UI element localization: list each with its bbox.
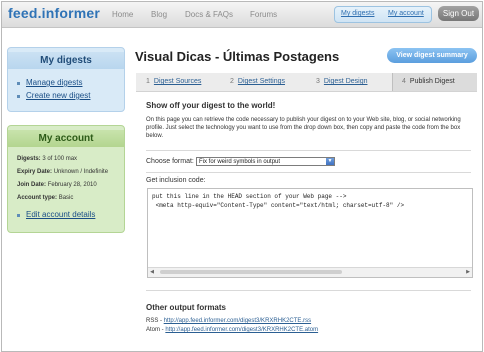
choose-format-label: Choose format: — [146, 158, 194, 165]
tab-label: Publish Digest — [409, 78, 455, 85]
tab-digest-design[interactable]: 3 Digest Design — [316, 73, 367, 91]
code-line: <meta http-equiv="Content-Type" content=… — [152, 202, 405, 209]
nav-docs-faqs[interactable]: Docs & FAQs — [185, 10, 233, 19]
bullet-icon — [17, 95, 20, 98]
tab-number: 4 — [402, 78, 406, 85]
format-select-value: Fix for weird symbols in output — [199, 159, 281, 165]
nav-forums[interactable]: Forums — [250, 10, 277, 19]
account-value: February 28, 2010 — [47, 182, 97, 188]
account-value: 3 of 100 max — [42, 156, 78, 162]
account-value: Basic — [58, 195, 74, 201]
my-account-title: My account — [8, 130, 124, 147]
tab-label: Digest Design — [323, 78, 368, 85]
format-select[interactable]: Fix for weird symbols in output ▼ — [196, 157, 335, 166]
scroll-left-icon[interactable]: ◀ — [148, 268, 156, 276]
account-value: Unknown / Indefinite — [53, 169, 109, 175]
browser-frame: feed.informer Home Blog Docs & FAQs Foru… — [1, 1, 483, 352]
edit-account-link[interactable]: Edit account details — [26, 210, 95, 219]
tab-digest-settings[interactable]: 2 Digest Settings — [230, 73, 285, 91]
account-label: Expiry Date: — [17, 169, 53, 175]
tab-number: 1 — [146, 78, 150, 85]
feed-label: RSS - — [146, 318, 164, 324]
rss-row: RSS - http://app.feed.informer.com/diges… — [146, 318, 311, 324]
scroll-right-icon[interactable]: ▶ — [464, 268, 472, 276]
atom-row: Atom - http://app.feed.informer.com/dige… — [146, 327, 318, 333]
tab-label: Digest Settings — [237, 78, 285, 85]
top-header: feed.informer Home Blog Docs & FAQs Foru… — [2, 2, 482, 28]
nav-home[interactable]: Home — [112, 10, 133, 19]
tab-publish-digest[interactable]: 4 Publish Digest — [392, 73, 477, 91]
code-line: put this line in the HEAD section of you… — [152, 193, 347, 200]
scrollbar-thumb[interactable] — [160, 270, 342, 274]
tab-label: Digest Sources — [153, 78, 202, 85]
my-account-link[interactable]: My account — [388, 10, 424, 17]
account-join-row: Join Date: February 28, 2010 — [17, 182, 97, 188]
inclusion-code-textarea[interactable]: put this line in the HEAD section of you… — [147, 188, 473, 278]
user-links-box: My digests My account — [334, 6, 432, 23]
bullet-icon — [17, 82, 20, 85]
section-description: On this page you can retrieve the code n… — [146, 117, 461, 139]
section-title: Show off your digest to the world! — [146, 101, 276, 110]
rss-link[interactable]: http://app.feed.informer.com/digest3/KRX… — [164, 318, 311, 324]
bullet-icon — [17, 214, 20, 217]
sign-out-button[interactable]: Sign Out — [438, 6, 479, 21]
my-digests-panel: My digests Manage digests Create new dig… — [7, 47, 125, 112]
divider — [146, 290, 471, 291]
feed-label: Atom - — [146, 327, 166, 333]
horizontal-scrollbar[interactable]: ◀ ▶ — [148, 267, 472, 277]
tab-digest-sources[interactable]: 1 Digest Sources — [146, 73, 201, 91]
page-title: Visual Dicas - Últimas Postagens — [135, 49, 340, 64]
manage-digests-link[interactable]: Manage digests — [26, 78, 82, 87]
account-label: Digests: — [17, 156, 41, 162]
tab-number: 3 — [316, 78, 320, 85]
account-type-row: Account type: Basic — [17, 195, 73, 201]
my-digests-link[interactable]: My digests — [341, 10, 374, 17]
create-digest-link[interactable]: Create new digest — [26, 91, 90, 100]
my-digests-title: My digests — [8, 52, 124, 69]
account-digests-row: Digests: 3 of 100 max — [17, 156, 77, 162]
inclusion-code-label: Get inclusion code: — [146, 177, 206, 184]
divider — [146, 150, 471, 151]
tab-number: 2 — [230, 78, 234, 85]
chevron-down-icon[interactable]: ▼ — [326, 158, 334, 165]
wizard-tabs: 1 Digest Sources 2 Digest Settings 3 Digest… — [136, 73, 477, 92]
site-logo[interactable]: feed.informer — [8, 5, 100, 21]
my-account-panel: My account Digests: 3 of 100 max Expiry … — [7, 125, 125, 233]
account-expiry-row: Expiry Date: Unknown / Indefinite — [17, 169, 108, 175]
account-label: Join Date: — [17, 182, 47, 188]
divider — [146, 172, 471, 173]
other-formats-title: Other output formats — [146, 303, 226, 312]
view-digest-summary-button[interactable]: View digest summary — [387, 48, 477, 63]
atom-link[interactable]: http://app.feed.informer.com/digest3/KRX… — [165, 327, 318, 333]
account-label: Account type: — [17, 195, 58, 201]
nav-blog[interactable]: Blog — [151, 10, 167, 19]
